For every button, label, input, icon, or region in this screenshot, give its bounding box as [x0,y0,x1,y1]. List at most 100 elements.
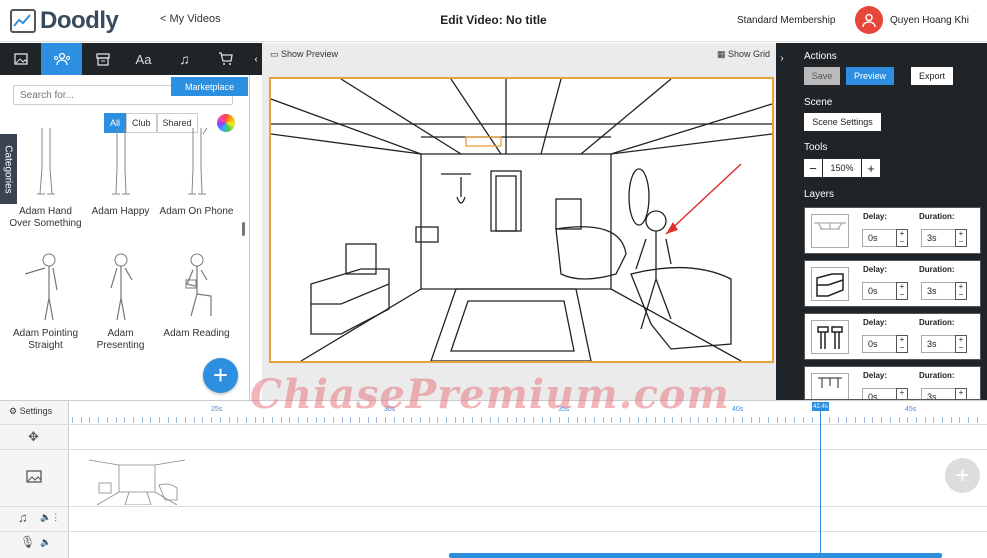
show-preview-toggle[interactable]: ▭ Show Preview [270,49,338,60]
user-name[interactable]: Quyen Hoang Khi [890,15,969,26]
save-button[interactable]: Save [804,67,840,85]
layer-item[interactable]: Delay: Duration: 0s +− 3s +− [804,366,981,400]
track-divider [0,424,987,425]
delay-stepper[interactable]: +− [896,335,908,353]
show-grid-toggle[interactable]: ▦ Show Grid [717,49,770,60]
zoom-in-button[interactable]: + [862,159,880,177]
ruler-tick [307,417,308,423]
export-button[interactable]: Export [911,67,953,85]
scene-clip-thumbnail[interactable] [88,450,186,506]
ruler-tick [655,417,656,423]
my-videos-link[interactable]: < My Videos [160,13,221,25]
logo-text: Doodly [40,7,119,34]
timeline-settings-button[interactable]: ⚙ Settings [9,406,52,417]
duration-stepper[interactable]: +− [955,229,967,247]
ruler-tick [899,417,900,423]
layer-item[interactable]: Delay: Duration: 0s +− 3s +− [804,260,981,307]
zoom-level: 150% [823,159,861,177]
ruler-tick [568,417,569,423]
ruler-tick [263,417,264,423]
ruler-tick [629,417,630,423]
ruler-tick [942,417,943,423]
add-scene-button[interactable]: + [945,458,980,493]
delay-stepper[interactable]: +− [896,282,908,300]
layer-thumbnail [811,320,849,354]
duration-stepper[interactable]: +− [955,388,967,399]
tab-marketplace[interactable] [205,43,246,75]
add-asset-button[interactable]: + [203,358,238,393]
ruler-tick [490,417,491,423]
character-tile[interactable]: Adam Reading [159,250,234,340]
tick-label: 25s [211,406,223,413]
image-track-icon [26,470,42,486]
delay-stepper[interactable]: +− [896,388,908,399]
layer-thumbnail [811,373,849,399]
layer-item[interactable]: Delay: Duration: 0s +− 3s +− [804,207,981,254]
ruler-tick [533,417,534,423]
layer-thumbnail [811,267,849,301]
character-tile[interactable]: Adam Presenting [83,250,158,352]
duration-label: Duration: [919,371,955,380]
ruler-tick [916,417,917,423]
ruler-tick [872,417,873,423]
ruler-tick [437,417,438,423]
scene-canvas[interactable] [269,77,774,363]
duration-stepper[interactable]: +− [955,335,967,353]
asset-tabs: Aa ♫ [0,43,250,75]
asset-scrollbar[interactable] [242,222,245,236]
character-figure-icon [36,128,55,195]
character-figure-icon [111,128,130,195]
ruler-tick [350,417,351,423]
timeline-scrollbar[interactable] [449,553,942,558]
ruler-tick [246,417,247,423]
doodly-logo[interactable]: Doodly [10,6,135,36]
membership-label[interactable]: Standard Membership [737,15,835,26]
ruler-tick [342,417,343,423]
ruler-tick [255,417,256,423]
monitor-icon: ▭ [270,49,282,59]
tab-images[interactable] [0,43,41,75]
volume-icon[interactable]: 🔈 [40,537,51,548]
ruler-tick [890,417,891,423]
zoom-out-button[interactable]: − [804,159,822,177]
playhead-time[interactable]: 42.4s [812,402,829,411]
collapse-left-button[interactable]: ‹ [250,43,262,75]
character-tile[interactable]: Adam Hand Over Something [8,128,83,230]
ruler-tick [316,417,317,423]
preview-button[interactable]: Preview [846,67,894,85]
ruler-tick [116,417,117,423]
ruler-tick [733,417,734,423]
ruler-tick [716,417,717,423]
character-tile[interactable]: Adam Pointing Straight [8,250,83,352]
ruler-tick [646,417,647,423]
actions-heading: Actions [804,51,837,62]
cart-icon [219,52,233,65]
volume-icon[interactable]: 🔈⋮ [40,512,60,523]
move-icon[interactable]: ✥ [28,429,39,445]
ruler-tick [420,417,421,423]
ruler-tick [368,417,369,423]
layer-item[interactable]: Delay: Duration: 0s +− 3s +− [804,313,981,360]
tab-music[interactable]: ♫ [164,43,205,75]
tab-characters[interactable] [41,43,82,75]
tab-props[interactable] [82,43,123,75]
collapse-right-button[interactable]: › [776,43,788,400]
character-tile[interactable]: Adam Happy [83,128,158,218]
ruler-tick [202,417,203,423]
tick-label: 35s [558,406,570,413]
tick-label: 45s [905,406,917,413]
duration-label: Duration: [919,318,955,327]
delay-stepper[interactable]: +− [896,229,908,247]
character-tile[interactable]: Adam On Phone [159,127,234,218]
ruler-tick [324,417,325,423]
track-divider [0,506,987,507]
duration-stepper[interactable]: +− [955,282,967,300]
ruler-tick [455,417,456,423]
microphone-icon[interactable]: 🎙 [20,535,35,549]
character-name: Adam Presenting [96,328,145,351]
character-figure-icon [185,253,212,317]
playhead[interactable] [820,410,821,558]
user-avatar-icon[interactable] [855,6,883,34]
scene-settings-button[interactable]: Scene Settings [804,113,881,131]
tab-text[interactable]: Aa [123,43,164,75]
